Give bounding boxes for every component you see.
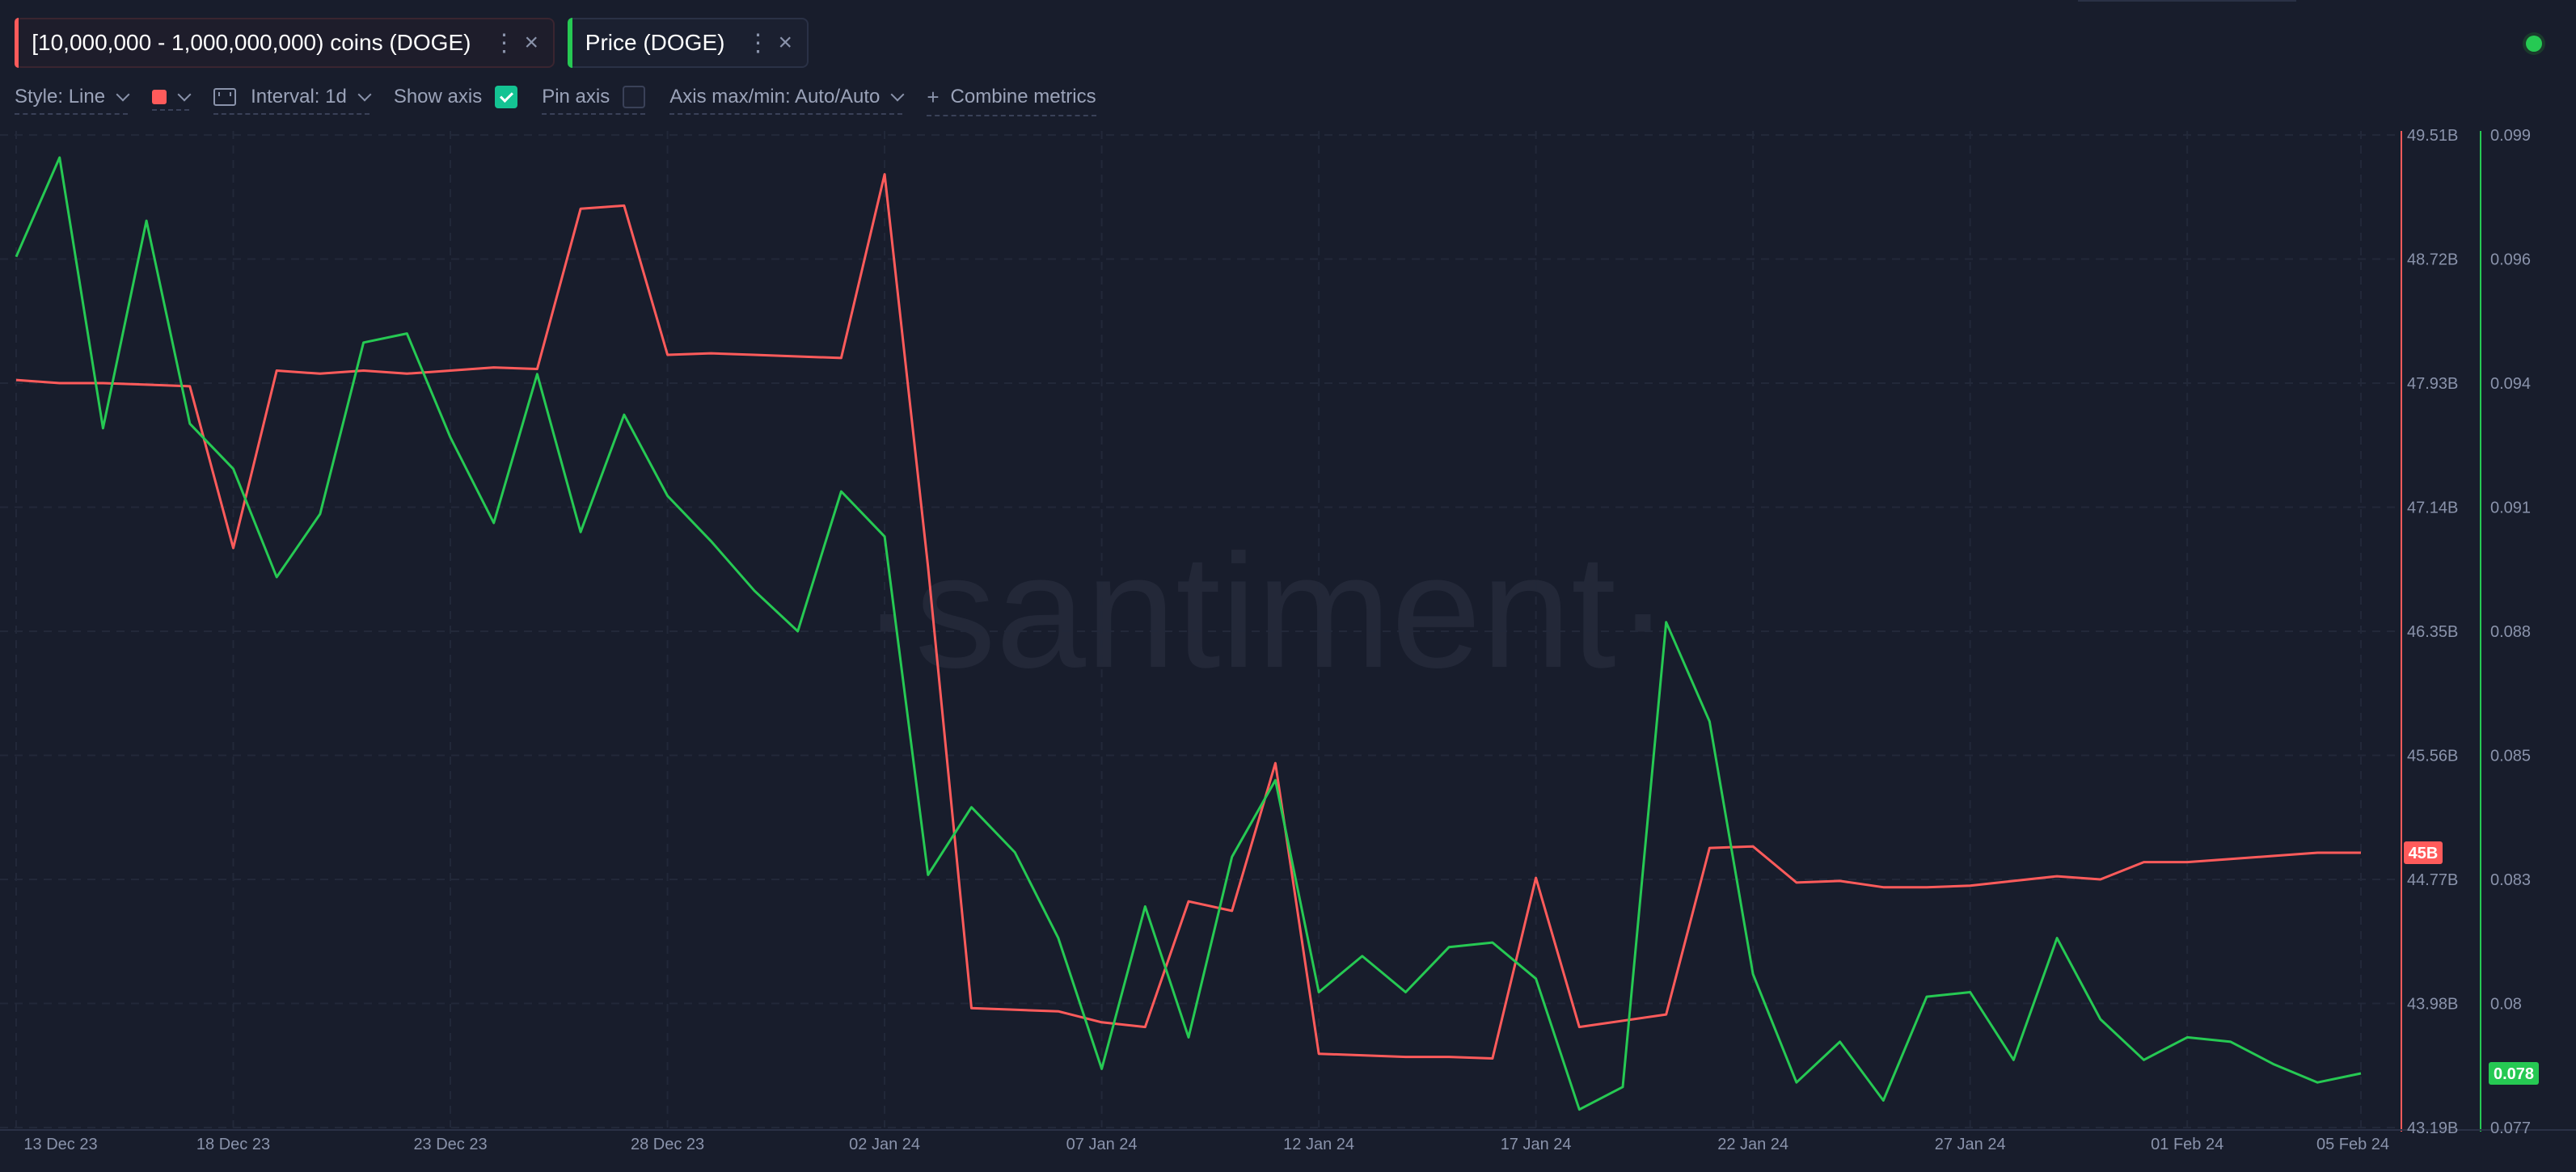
left-axis-tick: 49.51B xyxy=(2407,127,2458,145)
last-value-label: 0.078 xyxy=(2494,1065,2534,1083)
x-tick-label: 27 Jan 24 xyxy=(1935,1136,2006,1153)
right-axis-tick: 0.099 xyxy=(2490,127,2531,145)
x-tick-label: 12 Jan 24 xyxy=(1283,1136,1354,1153)
left-axis-tick: 43.98B xyxy=(2407,996,2458,1014)
chart-page: [10,000,000 - 1,000,000,000) coins (DOGE… xyxy=(0,0,2576,1172)
x-tick-label: 23 Dec 23 xyxy=(413,1136,487,1153)
left-axis-tick: 47.93B xyxy=(2407,375,2458,393)
left-axis-tick: 48.72B xyxy=(2407,251,2458,269)
x-tick-label: 13 Dec 23 xyxy=(23,1136,97,1153)
right-axis-tick: 0.096 xyxy=(2490,251,2531,269)
right-axis-tick: 0.077 xyxy=(2490,1119,2531,1137)
x-tick-label: 07 Jan 24 xyxy=(1066,1136,1138,1153)
last-value-label: 45B xyxy=(2409,845,2439,862)
left-axis-tick: 45.56B xyxy=(2407,748,2458,765)
x-tick-label: 01 Feb 24 xyxy=(2151,1136,2223,1153)
line-chart[interactable]: ·santiment· 13 Dec 23 18 Dec 23 23 Dec 23 2… xyxy=(0,0,2576,1172)
x-tick-label: 02 Jan 24 xyxy=(849,1136,920,1153)
left-axis-tick: 46.35B xyxy=(2407,623,2458,641)
x-tick-label: 17 Jan 24 xyxy=(1501,1136,1572,1153)
x-tick-label: 28 Dec 23 xyxy=(631,1136,704,1153)
right-axis-tick: 0.088 xyxy=(2490,623,2531,641)
left-axis-tick: 44.77B xyxy=(2407,871,2458,889)
right-axis-tick: 0.083 xyxy=(2490,871,2531,889)
left-axis-tick: 43.19B xyxy=(2407,1119,2458,1137)
right-axis-tick: 0.08 xyxy=(2490,996,2522,1014)
x-tick-label: 22 Jan 24 xyxy=(1717,1136,1788,1153)
right-axis-tick: 0.091 xyxy=(2490,500,2531,517)
right-axis-tick: 0.094 xyxy=(2490,375,2531,393)
x-tick-label: 18 Dec 23 xyxy=(196,1136,270,1153)
right-axis-tick: 0.085 xyxy=(2490,748,2531,765)
x-tick-label: 05 Feb 24 xyxy=(2316,1136,2389,1153)
watermark: ·santiment· xyxy=(861,521,1670,702)
left-axis-tick: 47.14B xyxy=(2407,500,2458,517)
